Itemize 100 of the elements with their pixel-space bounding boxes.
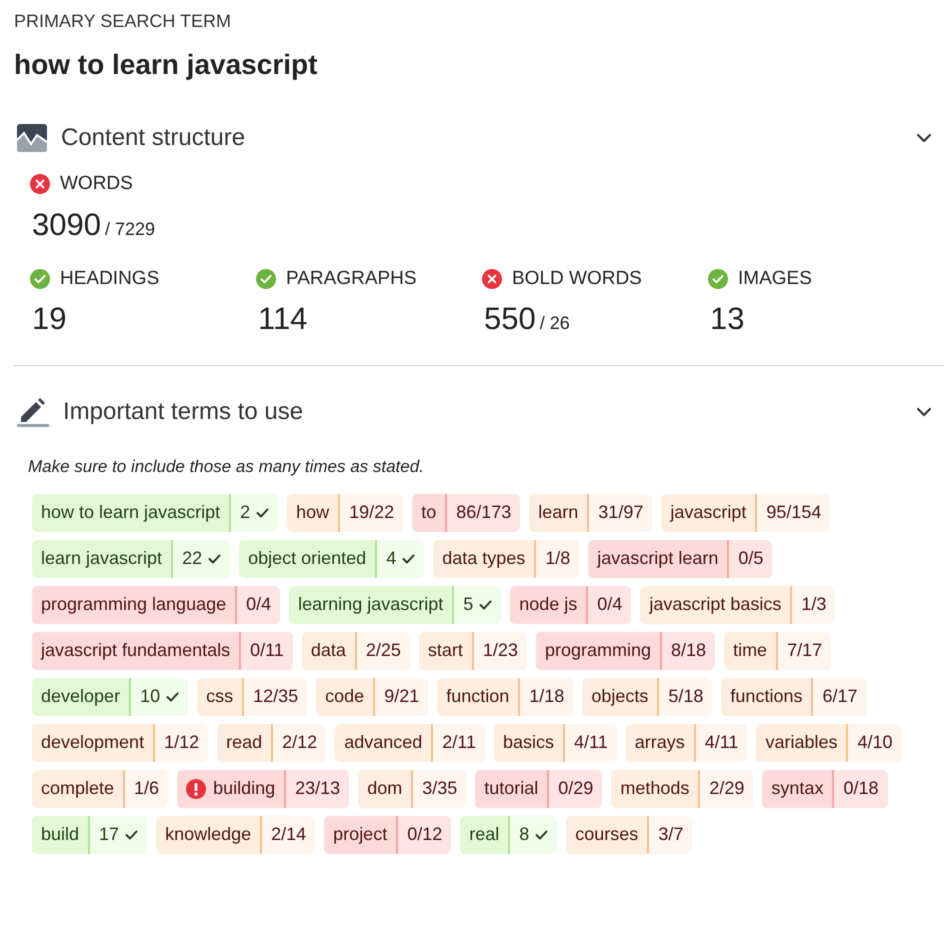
search-term: how to learn javascript [14,48,318,82]
term-text: arrays [634,731,685,754]
metric-value: 13 [710,303,744,334]
term-text: object oriented [248,547,366,570]
term-text: code [325,685,364,708]
term-count: 22 [182,547,202,570]
term-count: 3/7 [658,823,684,846]
term-text: learn javascript [41,547,162,570]
term-count: 0/11 [250,639,284,662]
term-text: javascript learn [597,547,718,570]
term-text: build [41,823,80,846]
term-count: 1/23 [482,639,518,662]
term-text: learn [538,501,578,524]
term-count: 8 [519,823,530,846]
chevron-icon[interactable] [916,407,932,417]
term-count: 0/18 [843,777,878,800]
term-count: 10 [140,685,160,708]
term-count: 4/11 [704,731,738,754]
alert-icon [186,778,206,798]
term-text: javascript fundamentals [41,639,230,662]
term-text: css [206,685,234,708]
term-text: basics [502,731,554,754]
term-text: developer [41,685,120,708]
metric-label: HEADINGS [60,266,160,290]
term-count: 2 [240,501,250,524]
metric-value: 19 [32,303,66,334]
checkmark-icon [208,554,222,564]
section-title: Content structure [61,123,246,153]
term-text: building [213,777,276,800]
term-count: 0/29 [558,777,594,800]
term-text: learning javascript [298,593,444,616]
metric-target: / 26 [540,312,570,335]
term-text: how to learn javascript [41,501,220,524]
term-text: dom [367,777,402,800]
metric-label: BOLD WORDS [512,266,642,290]
term-count: 1/3 [801,593,826,616]
term-text: start [428,639,463,662]
term-text: courses [575,823,638,846]
metric-label: WORDS [60,172,133,196]
metric-target: / 7229 [104,218,156,240]
term-text: read [226,731,262,754]
term-text: development [41,731,144,754]
term-text: methods [620,777,690,800]
term-text: how [296,501,330,524]
term-count: 31/97 [598,501,644,524]
term-text: project [333,823,388,846]
term-text: real [469,823,500,846]
term-count: 1/6 [134,777,160,800]
term-text: javascript [670,501,746,524]
term-count: 2/14 [271,823,306,846]
term-text: to [421,501,436,524]
section-label: PRIMARY SEARCH TERM [14,10,232,33]
term-count: 7/17 [787,639,822,662]
term-text: variables [765,731,838,754]
term-count: 9/21 [384,685,420,708]
term-count: 5/18 [668,685,704,708]
term-text: function [446,685,510,708]
term-text: complete [41,777,114,800]
metric-label: IMAGES [738,266,812,290]
checkmark-icon [535,830,548,840]
term-count: 8/18 [671,639,706,662]
term-text: programming language [41,593,226,616]
term-count: 23/13 [295,777,340,800]
chevron-icon[interactable] [916,133,932,143]
section-title: Important terms to use [63,397,304,427]
term-count: 12/35 [253,685,298,708]
term-count: 1/18 [529,685,564,708]
term-count: 0/4 [597,593,622,616]
term-text: advanced [344,731,422,754]
term-text: tutorial [484,777,538,800]
term-count: 2/11 [442,731,476,754]
term-count: 6/17 [822,685,858,708]
term-text: programming [544,639,652,662]
term-count: 86/173 [456,501,512,524]
term-text: syntax [771,777,824,800]
term-count: 3/35 [422,777,458,800]
term-count: 95/154 [766,501,822,524]
metric-label: PARAGRAPHS [286,266,417,290]
checkmark-icon [125,830,138,840]
checkmark-icon [402,554,416,564]
term-text: functions [730,685,802,708]
term-count: 1/12 [164,731,200,754]
term-text: javascript basics [649,593,782,616]
term-count: 0/5 [738,547,764,570]
term-count: 4/11 [574,731,608,754]
term-count: 0/12 [407,823,442,846]
chart-icon [17,124,47,152]
term-count: 1/8 [545,547,570,570]
term-text: data [310,639,346,662]
term-text: data types [442,547,526,570]
metric-value: 3090 [32,208,101,240]
term-text: knowledge [165,823,252,846]
term-count: 2/29 [709,777,744,800]
metric-value: 550 [484,303,536,334]
checkmark-icon [479,600,492,610]
checkmark-icon [256,508,270,518]
term-count: 19/22 [349,501,394,524]
term-count: 2/25 [366,639,401,662]
term-text: node js [519,593,578,616]
term-count: 4/10 [857,731,893,754]
